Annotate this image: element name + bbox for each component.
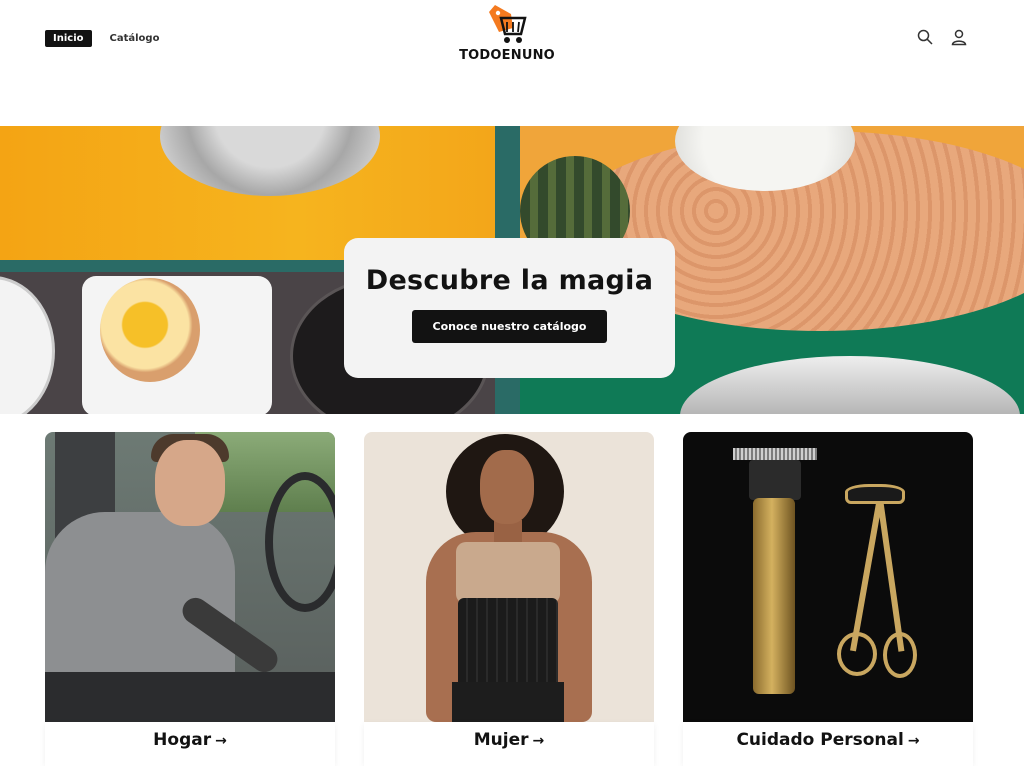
nav-item-inicio[interactable]: Inicio — [45, 30, 92, 47]
hero-egg-image — [100, 278, 200, 382]
category-title[interactable]: Hogar — [153, 730, 211, 750]
arrow-right-icon: → — [907, 733, 920, 749]
hero-card: Descubre la magia Conoce nuestro catálog… — [344, 238, 675, 378]
category-grid: Hogar → Mujer → Cuidado Personal → — [45, 432, 975, 766]
category-image[interactable] — [683, 432, 973, 722]
category-title[interactable]: Cuidado Personal — [736, 730, 903, 750]
nav-item-catalogo[interactable]: Catálogo — [102, 30, 168, 47]
search-icon[interactable] — [916, 28, 934, 46]
main-nav: Inicio Catálogo — [45, 30, 167, 47]
shopping-cart-icon — [489, 5, 527, 43]
hero-title: Descubre la magia — [365, 265, 654, 296]
category-image[interactable] — [45, 432, 335, 722]
catalog-button[interactable]: Conoce nuestro catálogo — [411, 310, 608, 343]
category-card-hogar[interactable]: Hogar → — [45, 432, 335, 766]
category-image[interactable] — [364, 432, 654, 722]
category-card-cuidado-personal[interactable]: Cuidado Personal → — [683, 432, 973, 766]
category-footer[interactable]: Mujer → — [364, 722, 654, 766]
hero-banner: Descubre la magia Conoce nuestro catálog… — [0, 126, 1024, 414]
arrow-right-icon: → — [215, 733, 227, 749]
category-footer[interactable]: Hogar → — [45, 722, 335, 766]
site-header: Inicio Catálogo TODOENUNO — [0, 0, 1024, 80]
category-footer[interactable]: Cuidado Personal → — [683, 722, 973, 766]
brand-logo[interactable]: TODOENUNO — [455, 2, 559, 66]
category-title[interactable]: Mujer — [474, 730, 529, 750]
category-card-mujer[interactable]: Mujer → — [364, 432, 654, 766]
arrow-right-icon: → — [532, 733, 545, 749]
header-actions — [916, 28, 968, 46]
account-icon[interactable] — [950, 28, 968, 46]
brand-name: TODOENUNO — [459, 48, 555, 63]
